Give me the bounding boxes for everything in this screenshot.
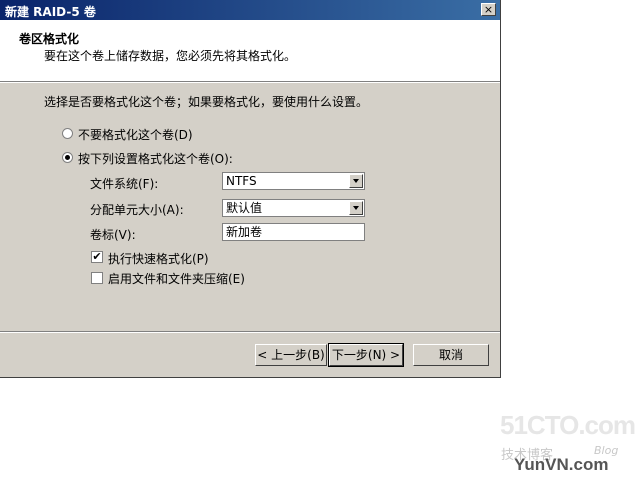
close-icon: ×	[483, 3, 494, 16]
format-label[interactable]: 按下列设置格式化这个卷(O):	[78, 150, 233, 167]
back-button[interactable]: < 上一步(B)	[255, 344, 327, 366]
watermark-site: 51CTO.com	[500, 410, 636, 440]
compression-checkbox[interactable]	[91, 272, 103, 284]
cancel-button[interactable]: 取消	[413, 344, 489, 366]
wizard-header: 卷区格式化 要在这个卷上储存数据，您必须先将其格式化。	[0, 20, 500, 82]
chevron-down-icon[interactable]	[349, 174, 363, 188]
volume-label-input[interactable]: 新加卷	[222, 223, 365, 241]
quick-format-checkbox[interactable]: ✔	[91, 251, 103, 263]
next-button[interactable]: 下一步(N) >	[328, 343, 404, 367]
footer-separator-highlight	[0, 332, 500, 333]
volume-label-label: 卷标(V):	[90, 228, 136, 242]
quick-format-label[interactable]: 执行快速格式化(P)	[108, 250, 209, 267]
no-format-radio[interactable]	[62, 128, 73, 139]
file-system-label: 文件系统(F):	[90, 177, 159, 191]
alloc-unit-dropdown[interactable]: 默认值	[222, 199, 365, 217]
chevron-down-icon[interactable]	[349, 201, 363, 215]
intro-text: 选择是否要格式化这个卷；如果要格式化，要使用什么设置。	[44, 95, 369, 109]
volume-label-value: 新加卷	[226, 225, 263, 239]
header-title: 卷区格式化	[19, 32, 80, 46]
header-separator	[0, 82, 500, 83]
no-format-label[interactable]: 不要格式化这个卷(D)	[78, 126, 193, 143]
file-system-value: NTFS	[226, 174, 257, 188]
window-title: 新建 RAID-5 卷	[5, 5, 96, 19]
close-button[interactable]: ×	[481, 3, 496, 16]
header-subtitle: 要在这个卷上储存数据，您必须先将其格式化。	[44, 49, 297, 63]
alloc-unit-label: 分配单元大小(A):	[90, 203, 184, 217]
compression-label[interactable]: 启用文件和文件夹压缩(E)	[108, 270, 245, 287]
watermark-domain: YunVN.com	[514, 455, 609, 474]
file-system-dropdown[interactable]: NTFS	[222, 172, 365, 190]
raid5-wizard-window: 新建 RAID-5 卷 × 卷区格式化 要在这个卷上储存数据，您必须先将其格式化…	[0, 0, 501, 378]
title-bar[interactable]: 新建 RAID-5 卷 ×	[0, 0, 500, 20]
alloc-unit-value: 默认值	[226, 201, 263, 215]
format-radio[interactable]	[62, 152, 73, 163]
